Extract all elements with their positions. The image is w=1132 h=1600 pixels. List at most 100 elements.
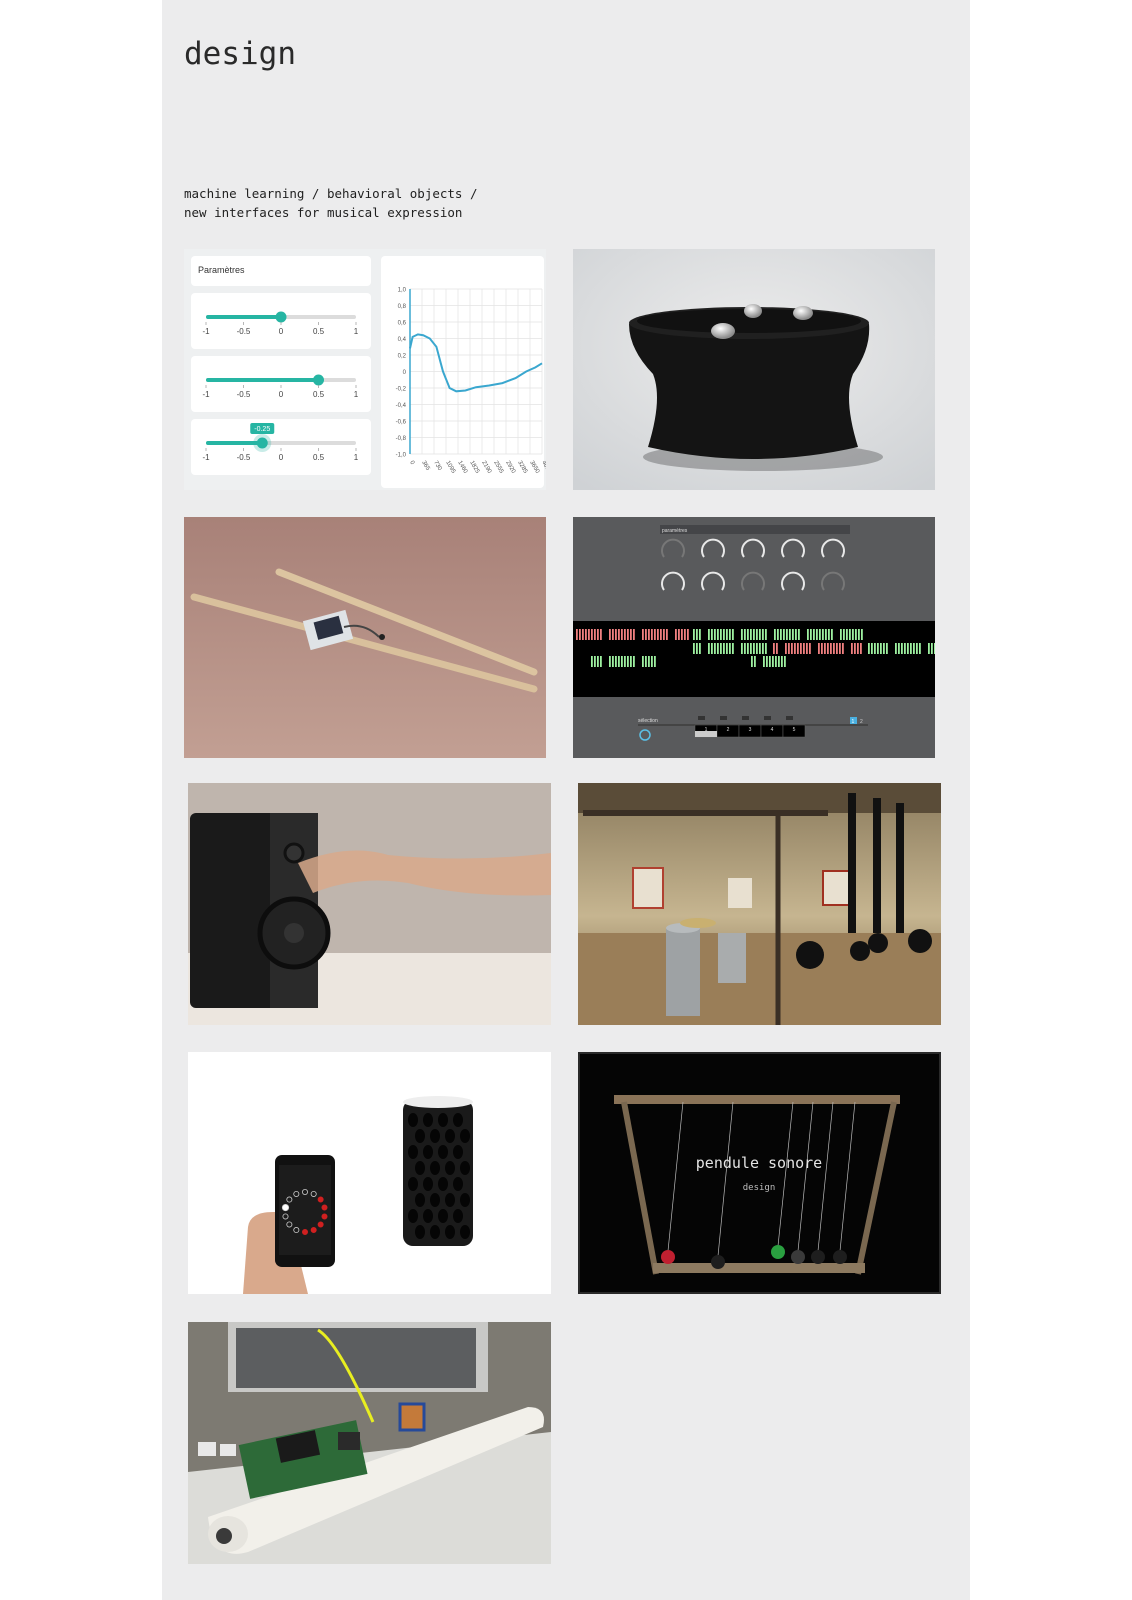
sequencer-step	[687, 629, 689, 640]
sequencer-step	[657, 629, 659, 640]
speaker-hole	[415, 1193, 425, 1207]
pendulum-ball	[771, 1245, 785, 1259]
sequencer-step	[763, 656, 765, 667]
speaker-hole	[460, 1193, 470, 1207]
slider-tick-label: -0.5	[237, 390, 251, 399]
sequencer-step	[785, 643, 787, 654]
sequencer-step	[756, 643, 758, 654]
sequencer-step	[717, 629, 719, 640]
slider-tick-label: -0.5	[237, 327, 251, 336]
slider-tick-label: 0	[279, 390, 284, 399]
sequencer-step	[714, 643, 716, 654]
slider-tick-label: -1	[202, 327, 210, 336]
project-tile-interface[interactable]: Paramètres -1 -0.5 0 0.5 1 -1 -0.5 0 0.5 1 -0.25 -1…	[184, 249, 546, 490]
sequencer-step	[594, 656, 596, 667]
slider-tick-label: 0	[279, 327, 284, 336]
project-tile-software[interactable]: paramètres sélection 12345 1 2	[573, 517, 935, 758]
sequencer-step	[750, 643, 752, 654]
sequencer-step	[795, 629, 797, 640]
sequencer-step	[759, 643, 761, 654]
sequencer-step	[830, 643, 832, 654]
sequencer-step	[633, 656, 635, 667]
interface-image: Paramètres -1 -0.5 0 0.5 1 -1 -0.5 0 0.5 1 -0.25 -1…	[184, 249, 546, 490]
pager-2: 2	[860, 719, 863, 725]
sequencer-step	[860, 643, 862, 654]
sequencer-step	[781, 656, 783, 667]
sequencer-step	[624, 656, 626, 667]
project-tile-drumsticks[interactable]	[184, 517, 546, 758]
sequencer-step	[765, 643, 767, 654]
sequencer-step	[792, 629, 794, 640]
dial-dot	[317, 1196, 324, 1203]
slider-card	[191, 419, 371, 475]
sequencer-step	[807, 629, 809, 640]
sequencer-step	[824, 643, 826, 654]
graph-y-tick: 0,2	[398, 354, 407, 360]
speaker-hole	[453, 1113, 463, 1127]
sequencer-step	[819, 629, 821, 640]
sequencer-step	[789, 629, 791, 640]
graph-y-tick: -0,4	[396, 403, 407, 409]
sequencer-step	[858, 629, 860, 640]
project-tile-electronics[interactable]	[188, 1322, 551, 1564]
sequencer-step	[732, 629, 734, 640]
project-tile-app[interactable]	[188, 1052, 551, 1294]
speaker-hole	[445, 1193, 455, 1207]
sequencer-step	[741, 629, 743, 640]
sequencer-step	[645, 629, 647, 640]
sequencer-step	[732, 643, 734, 654]
speaker-hole	[460, 1129, 470, 1143]
sequencer-step	[852, 629, 854, 640]
slider-tick-label: 1	[354, 327, 359, 336]
sequencer-step	[585, 629, 587, 640]
sequencer-step	[681, 629, 683, 640]
speaker-hole	[445, 1129, 455, 1143]
sequencer-step	[747, 643, 749, 654]
sequencer-step	[818, 643, 820, 654]
sequencer-step	[630, 629, 632, 640]
sequencer-step	[773, 643, 775, 654]
sequencer-step	[729, 629, 731, 640]
sequencer-step	[877, 643, 879, 654]
sequencer-step	[810, 629, 812, 640]
sequencer-step	[723, 629, 725, 640]
cell-indicator	[764, 716, 771, 720]
sequencer-step	[813, 629, 815, 640]
project-tile-speaker[interactable]	[188, 783, 551, 1025]
sequencer-step	[822, 629, 824, 640]
sequencer-step	[831, 629, 833, 640]
sequencer-step	[747, 629, 749, 640]
sequencer-step	[645, 656, 647, 667]
sequencer-step	[609, 629, 611, 640]
dial-dot	[321, 1213, 328, 1220]
sequencer-step	[769, 656, 771, 667]
sequencer-step	[597, 629, 599, 640]
sequencer-step	[729, 643, 731, 654]
speaker-hole	[445, 1161, 455, 1175]
pendulum-ball	[833, 1250, 847, 1264]
cell-indicator	[742, 716, 749, 720]
sequencer-step	[726, 643, 728, 654]
sequencer-step	[916, 643, 918, 654]
speaker-hole	[430, 1225, 440, 1239]
sequencer-step	[726, 629, 728, 640]
sequencer-step	[675, 629, 677, 640]
software-image: paramètres sélection 12345 1 2	[573, 517, 935, 758]
sequencer-step	[615, 656, 617, 667]
project-tile-object[interactable]	[573, 249, 935, 490]
project-tile-pendule[interactable]: pendule sonore design	[578, 1052, 941, 1294]
sequencer-step	[597, 656, 599, 667]
sequencer-step	[774, 629, 776, 640]
project-tile-installation[interactable]	[578, 783, 941, 1025]
speaker-hole	[438, 1177, 448, 1191]
slider-fill	[206, 378, 319, 382]
sequencer-step	[621, 629, 623, 640]
sequencer-step	[857, 643, 859, 654]
pendulum-ball	[711, 1255, 725, 1269]
sequencer-step	[907, 643, 909, 654]
sequencer-step	[708, 629, 710, 640]
sequencer-step	[750, 629, 752, 640]
sequencer-step	[696, 629, 698, 640]
panel-header: Paramètres	[198, 265, 245, 275]
sequencer-step	[600, 656, 602, 667]
